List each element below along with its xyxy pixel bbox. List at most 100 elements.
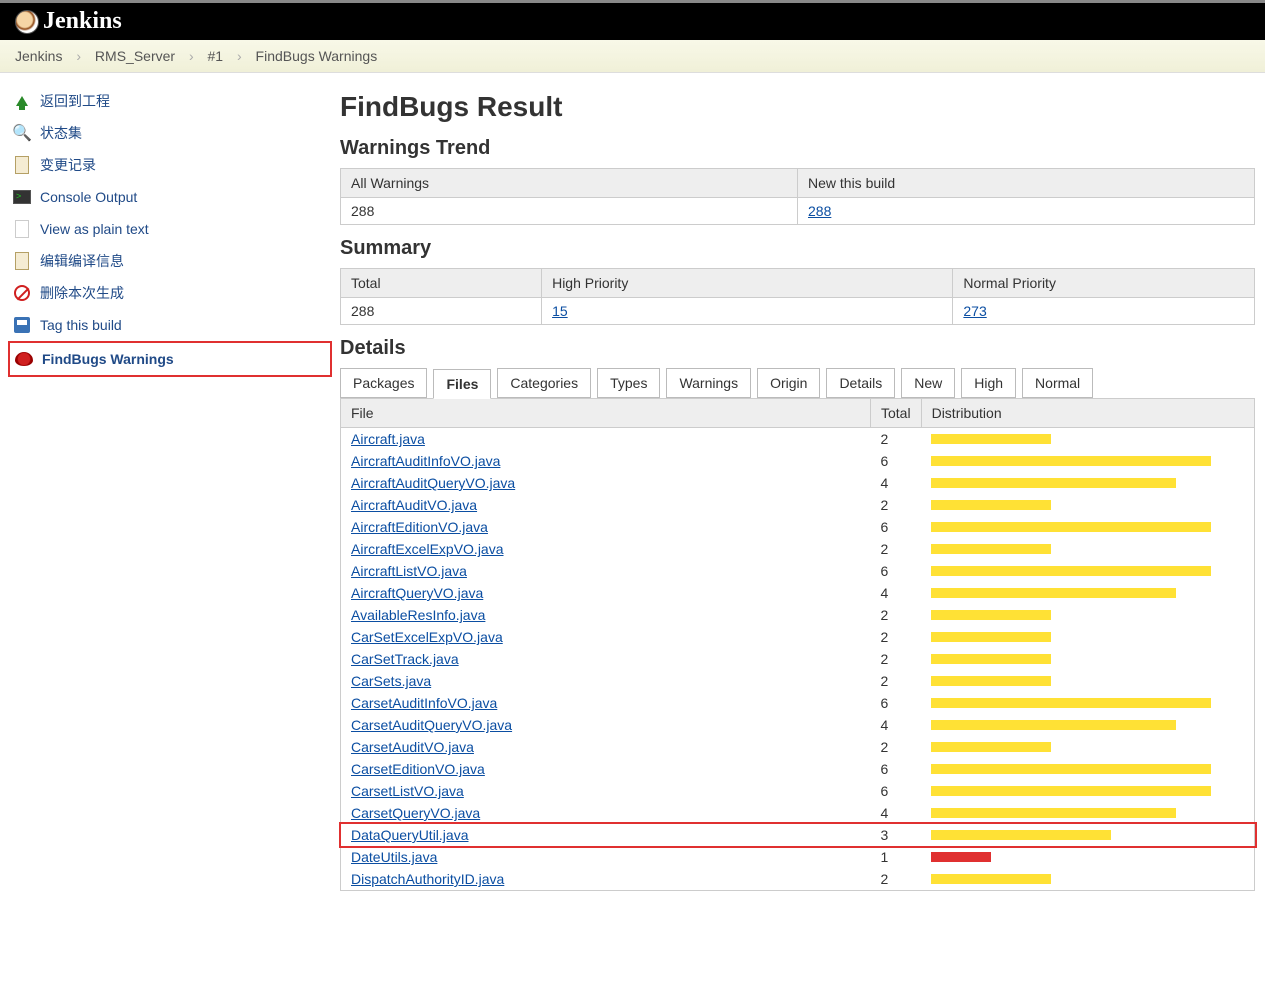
sidebar-item-label[interactable]: 变更记录 <box>40 155 96 175</box>
file-link[interactable]: AircraftListVO.java <box>351 563 467 579</box>
table-row: CarsetEditionVO.java6 <box>341 758 1255 780</box>
distribution-cell <box>921 538 1254 560</box>
page-title: FindBugs Result <box>340 91 1255 123</box>
distribution-cell <box>921 736 1254 758</box>
sidebar-item[interactable]: 删除本次生成 <box>8 277 332 309</box>
file-link[interactable]: CarsetListVO.java <box>351 783 464 799</box>
total-cell: 2 <box>871 736 922 758</box>
file-link[interactable]: DataQueryUtil.java <box>351 827 469 843</box>
total-cell: 2 <box>871 648 922 670</box>
sidebar-item[interactable]: 🔍状态集 <box>8 117 332 149</box>
new-warnings-link[interactable]: 288 <box>808 203 831 219</box>
file-link[interactable]: AircraftAuditVO.java <box>351 497 477 513</box>
file-link[interactable]: AircraftExcelExpVO.java <box>351 541 504 557</box>
tab-warnings[interactable]: Warnings <box>666 368 751 398</box>
file-link[interactable]: CarsetEditionVO.java <box>351 761 485 777</box>
sidebar-item[interactable]: 编辑编译信息 <box>8 245 332 277</box>
file-link[interactable]: CarsetQueryVO.java <box>351 805 480 821</box>
sidebar-item-label[interactable]: 删除本次生成 <box>40 283 124 303</box>
file-link[interactable]: DateUtils.java <box>351 849 437 865</box>
breadcrumb-item[interactable]: Jenkins <box>15 48 62 64</box>
sidebar-item[interactable]: 变更记录 <box>8 149 332 181</box>
sidebar-item-label[interactable]: 编辑编译信息 <box>40 251 124 271</box>
total-cell: 6 <box>871 450 922 472</box>
table-row: CarSetExcelExpVO.java2 <box>341 626 1255 648</box>
sidebar-item[interactable]: View as plain text <box>8 213 332 245</box>
document-icon <box>12 155 32 175</box>
tab-origin[interactable]: Origin <box>757 368 820 398</box>
high-priority-link[interactable]: 15 <box>552 303 568 319</box>
distribution-bar <box>931 563 1211 579</box>
sidebar-item-label[interactable]: Console Output <box>40 189 137 205</box>
sidebar-item[interactable]: 返回到工程 <box>8 85 332 117</box>
file-cell: AircraftEditionVO.java <box>341 516 871 538</box>
sidebar-item[interactable]: FindBugs Warnings <box>8 341 332 377</box>
tab-details[interactable]: Details <box>826 368 895 398</box>
sidebar-item[interactable]: Console Output <box>8 181 332 213</box>
file-link[interactable]: DispatchAuthorityID.java <box>351 871 504 887</box>
tabs: PackagesFilesCategoriesTypesWarningsOrig… <box>340 368 1255 398</box>
distribution-bar <box>931 805 1176 821</box>
table-row: CarsetQueryVO.java4 <box>341 802 1255 824</box>
distribution-cell <box>921 692 1254 714</box>
table-row: DispatchAuthorityID.java 2 <box>341 868 1255 891</box>
tab-new[interactable]: New <box>901 368 955 398</box>
tab-packages[interactable]: Packages <box>340 368 427 398</box>
total-cell: 1 <box>871 846 922 868</box>
file-link[interactable]: AvailableResInfo.java <box>351 607 485 623</box>
file-link[interactable]: CarsetAuditVO.java <box>351 739 474 755</box>
distribution-bar <box>931 453 1211 469</box>
sidebar-item[interactable]: Tag this build <box>8 309 332 341</box>
file-link[interactable]: CarsetAuditQueryVO.java <box>351 717 512 733</box>
file-link[interactable]: AircraftEditionVO.java <box>351 519 488 535</box>
total-cell: 6 <box>871 516 922 538</box>
file-link[interactable]: Aircraft.java <box>351 431 425 447</box>
table-row: AircraftAuditQueryVO.java4 <box>341 472 1255 494</box>
table-header: Distribution <box>921 399 1254 428</box>
file-cell: AircraftQueryVO.java <box>341 582 871 604</box>
total-cell: 2 <box>871 868 922 891</box>
distribution-cell <box>921 868 1254 891</box>
file-link[interactable]: AircraftQueryVO.java <box>351 585 483 601</box>
tab-normal[interactable]: Normal <box>1022 368 1093 398</box>
file-link[interactable]: CarSets.java <box>351 673 431 689</box>
distribution-bar <box>931 651 1051 667</box>
file-cell: CarsetAuditVO.java <box>341 736 871 758</box>
table-header: Total <box>341 269 542 298</box>
file-cell: CarSetTrack.java <box>341 648 871 670</box>
tab-categories[interactable]: Categories <box>497 368 591 398</box>
table-row: CarsetAuditQueryVO.java 4 <box>341 714 1255 736</box>
distribution-cell <box>921 758 1254 780</box>
tab-high[interactable]: High <box>961 368 1016 398</box>
file-link[interactable]: AircraftAuditInfoVO.java <box>351 453 500 469</box>
breadcrumb-item[interactable]: RMS_Server <box>95 48 175 64</box>
sidebar-item-label[interactable]: View as plain text <box>40 221 149 237</box>
table-header: New this build <box>798 169 1255 198</box>
file-link[interactable]: CarSetTrack.java <box>351 651 459 667</box>
file-link[interactable]: CarsetAuditInfoVO.java <box>351 695 497 711</box>
distribution-cell <box>921 494 1254 516</box>
distribution-bar <box>931 431 1051 447</box>
total-cell: 4 <box>871 714 922 736</box>
file-cell: CarsetAuditQueryVO.java <box>341 714 871 736</box>
save-icon <box>12 315 32 335</box>
sidebar-item-label[interactable]: 返回到工程 <box>40 91 110 111</box>
file-cell: AircraftAuditQueryVO.java <box>341 472 871 494</box>
breadcrumb-item[interactable]: FindBugs Warnings <box>256 48 378 64</box>
file-link[interactable]: CarSetExcelExpVO.java <box>351 629 503 645</box>
sidebar-item-label[interactable]: 状态集 <box>40 123 82 143</box>
tab-files[interactable]: Files <box>433 369 491 399</box>
distribution-cell <box>921 516 1254 538</box>
distribution-bar <box>931 739 1051 755</box>
breadcrumb-item[interactable]: #1 <box>208 48 224 64</box>
sidebar-item-label[interactable]: Tag this build <box>40 317 122 333</box>
sidebar-item-label[interactable]: FindBugs Warnings <box>42 351 174 367</box>
tab-types[interactable]: Types <box>597 368 660 398</box>
file-link[interactable]: AircraftAuditQueryVO.java <box>351 475 515 491</box>
distribution-cell <box>921 648 1254 670</box>
jenkins-logo[interactable]: Jenkins <box>15 8 122 35</box>
distribution-cell <box>921 604 1254 626</box>
chevron-right-icon: › <box>189 48 194 64</box>
distribution-cell <box>921 670 1254 692</box>
normal-priority-link[interactable]: 273 <box>963 303 986 319</box>
